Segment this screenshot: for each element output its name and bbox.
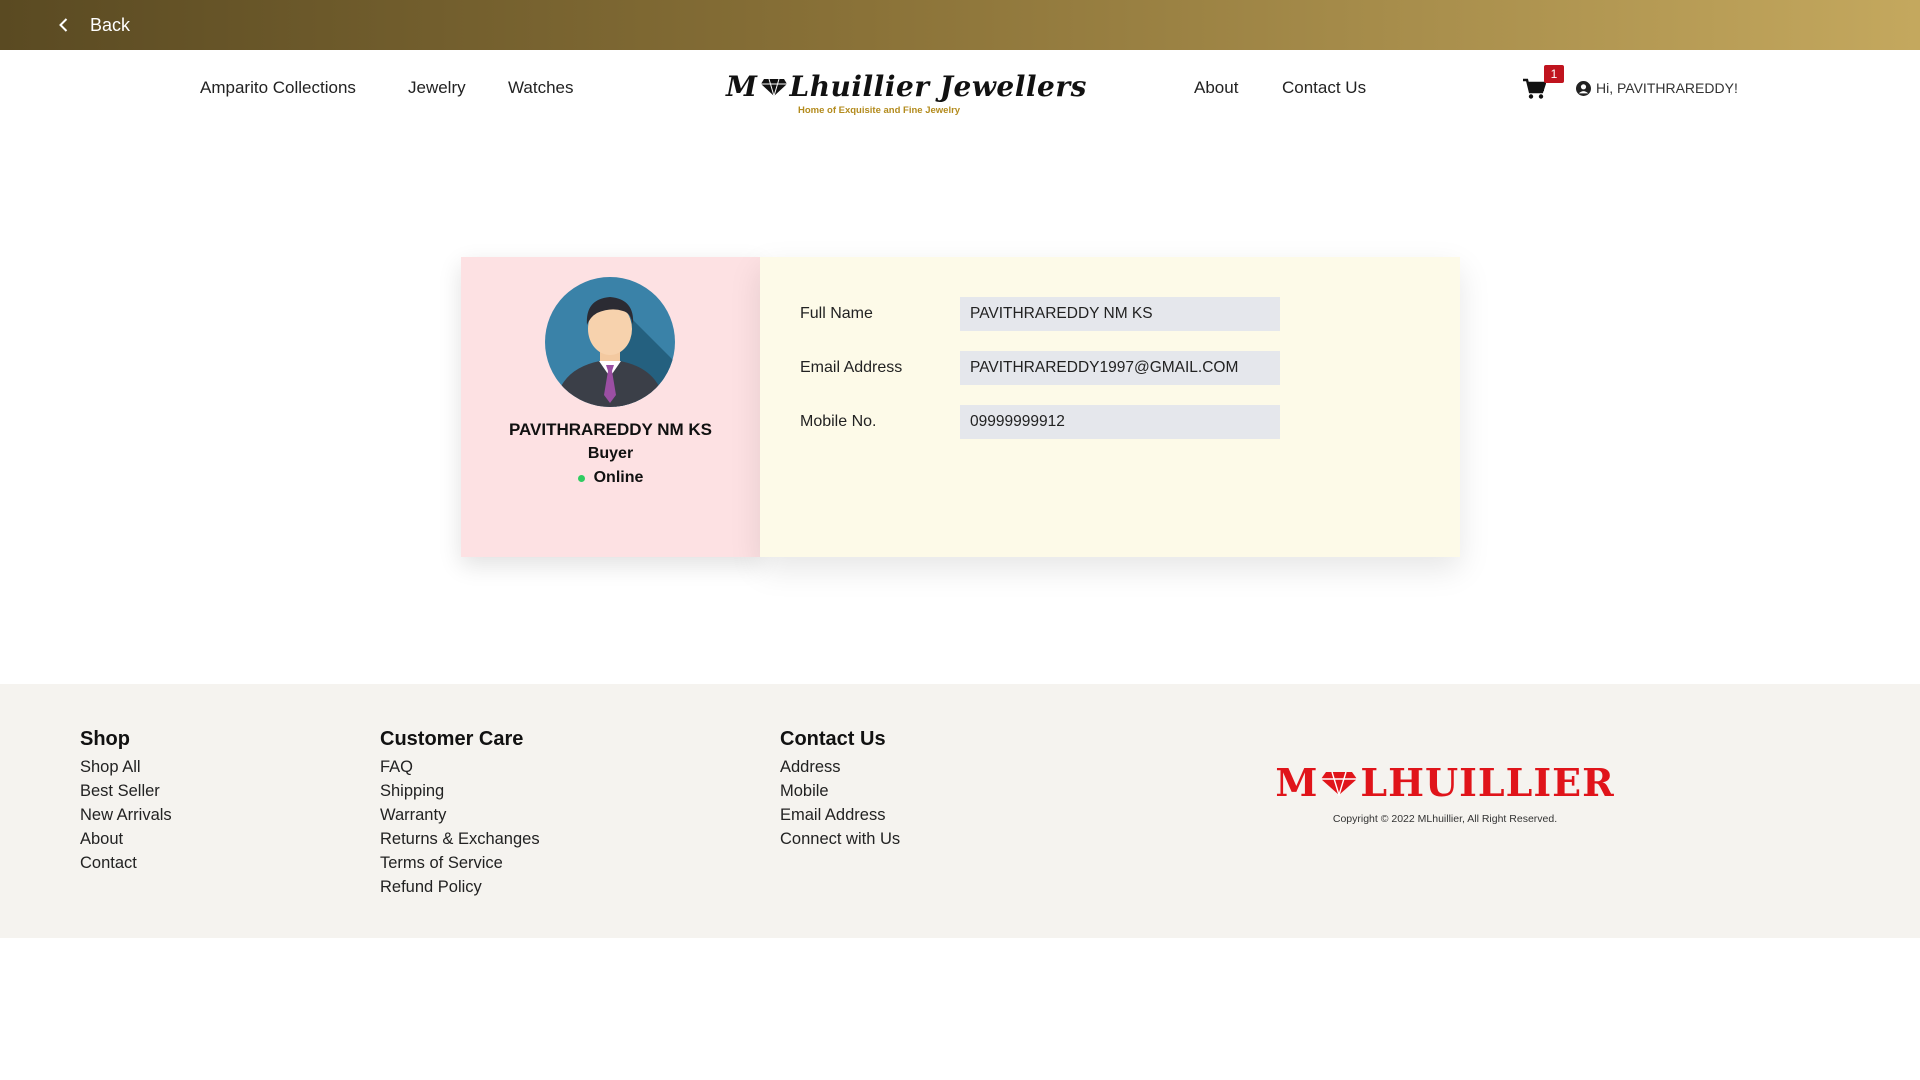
cart-icon[interactable] [1522, 78, 1547, 100]
logo-tagline: Home of Exquisite and Fine Jewelry [798, 105, 961, 116]
footer-contact-title: Contact Us [780, 728, 886, 750]
profile-summary-card: PAVITHRAREDDY NM KS Buyer Online [461, 257, 760, 557]
email-label: Email Address [800, 359, 903, 376]
online-dot-icon [577, 474, 585, 482]
footer-link-shipping[interactable]: Shipping [380, 779, 540, 803]
diamond-icon [760, 77, 788, 97]
user-menu[interactable]: Hi, PAVITHRAREDDY! [1576, 80, 1738, 96]
footer-care-column: Customer Care FAQ Shipping Warranty Retu… [380, 728, 540, 899]
profile-name: PAVITHRAREDDY NM KS [508, 420, 713, 439]
footer-link-terms[interactable]: Terms of Service [380, 851, 540, 875]
footer-link-returns[interactable]: Returns & Exchanges [380, 827, 540, 851]
footer-link-shop-all[interactable]: Shop All [80, 755, 172, 779]
site-footer: Shop Shop All Best Seller New Arrivals A… [0, 684, 1920, 938]
full-name-field[interactable] [960, 297, 1280, 331]
back-button[interactable]: Back [56, 15, 130, 36]
site-logo[interactable]: M Lhuillier Jewellers Home of Exquisite … [726, 70, 1086, 130]
main-nav: Amparito Collections Jewelry Watches M L… [0, 50, 1920, 130]
profile-details-card: Full Name Email Address Mobile No. [760, 257, 1460, 557]
avatar [545, 277, 675, 407]
nav-watches[interactable]: Watches [508, 78, 574, 98]
footer-link-email[interactable]: Email Address [780, 803, 900, 827]
footer-link-faq[interactable]: FAQ [380, 755, 540, 779]
footer-logo: M LHUILLIER [1275, 760, 1615, 805]
footer-shop-column: Shop Shop All Best Seller New Arrivals A… [80, 728, 172, 875]
footer-link-about[interactable]: About [80, 827, 172, 851]
nav-about[interactable]: About [1194, 78, 1238, 98]
footer-link-contact[interactable]: Contact [80, 851, 172, 875]
footer-shop-title: Shop [80, 728, 130, 750]
full-name-row: Full Name [800, 297, 1280, 331]
status-text: Online [593, 469, 644, 486]
profile-role: Buyer [587, 445, 634, 462]
user-circle-icon [1576, 80, 1591, 96]
footer-link-new-arrivals[interactable]: New Arrivals [80, 803, 172, 827]
top-bar: Back [0, 0, 1920, 50]
mobile-field[interactable] [960, 405, 1280, 439]
footer-brand: M LHUILLIER Copyright © 2022 MLhuillier,… [1275, 760, 1615, 825]
nav-contact-us[interactable]: Contact Us [1282, 78, 1366, 98]
cart-count-badge: 1 [1544, 65, 1564, 83]
user-greeting: Hi, PAVITHRAREDDY! [1596, 80, 1738, 96]
footer-link-connect[interactable]: Connect with Us [780, 827, 900, 851]
diamond-icon [1320, 770, 1358, 796]
email-row: Email Address [800, 351, 1280, 385]
status-badge: Online [461, 469, 760, 487]
footer-care-title: Customer Care [380, 728, 524, 750]
footer-link-mobile[interactable]: Mobile [780, 779, 900, 803]
nav-jewelry[interactable]: Jewelry [408, 78, 466, 98]
copyright-text: Copyright © 2022 MLhuillier, All Right R… [1332, 813, 1558, 825]
full-name-label: Full Name [800, 305, 873, 322]
footer-contact-column: Contact Us Address Mobile Email Address … [780, 728, 900, 851]
mobile-label: Mobile No. [800, 413, 877, 430]
email-field[interactable] [960, 351, 1280, 385]
footer-link-best-seller[interactable]: Best Seller [80, 779, 172, 803]
back-label: Back [90, 14, 131, 35]
mobile-row: Mobile No. [800, 405, 1280, 439]
footer-link-refund[interactable]: Refund Policy [380, 875, 540, 899]
footer-link-warranty[interactable]: Warranty [380, 803, 540, 827]
nav-amparito-collections[interactable]: Amparito Collections [200, 78, 356, 98]
footer-link-address[interactable]: Address [780, 755, 900, 779]
chevron-left-icon [56, 17, 72, 33]
